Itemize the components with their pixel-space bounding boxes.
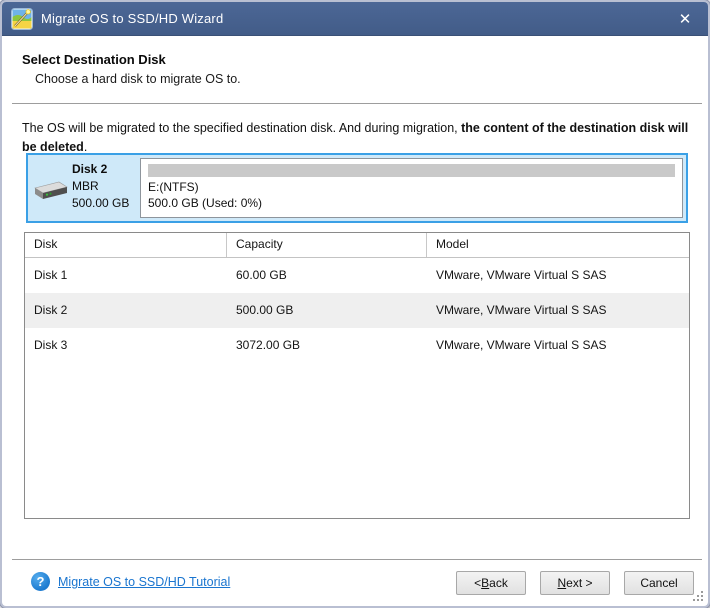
title-bar: Migrate OS to SSD/HD Wizard ✕ [2,2,708,36]
migration-warning-text: The OS will be migrated to the specified… [22,119,694,157]
help-icon[interactable]: ? [31,572,50,591]
column-header-capacity[interactable]: Capacity [227,233,427,257]
disk-table: Disk Capacity Model Disk 1 60.00 GB VMware… [24,232,690,519]
partition-label: E:(NTFS) [148,180,199,194]
warning-suffix: . [83,140,88,154]
warning-normal: The OS will be migrated to the specified… [22,121,462,135]
selected-disk-size: 500.00 GB [72,196,130,210]
table-row[interactable]: Disk 2 500.00 GB VMware, VMware Virtual S … [25,293,689,328]
header-separator [12,103,702,104]
table-row[interactable]: Disk 3 3072.00 GB VMware, VMware Virtual S… [25,328,689,363]
column-header-model[interactable]: Model [427,233,689,257]
back-button[interactable]: < Back [456,571,526,595]
disk-table-body: Disk 1 60.00 GB VMware, VMware Virtual S S… [25,258,689,363]
table-cell-disk: Disk 2 [34,303,68,317]
selected-disk-panel: Disk 2 MBR 500.00 GB E:(NTFS) 500.0 GB (… [26,153,688,223]
partition-usage-bar [148,164,675,177]
table-row[interactable]: Disk 1 60.00 GB VMware, VMware Virtual S S… [25,258,689,293]
page-subtitle: Choose a hard disk to migrate OS to. [35,72,241,86]
table-cell-model: VMware, VMware Virtual S SAS [436,268,607,282]
close-button[interactable]: ✕ [668,2,702,35]
table-cell-model: VMware, VMware Virtual S SAS [436,303,607,317]
next-button[interactable]: Next > [540,571,610,595]
window-title: Migrate OS to SSD/HD Wizard [41,11,224,26]
table-cell-disk: Disk 3 [34,338,68,352]
resize-grip[interactable] [693,591,704,602]
tutorial-link[interactable]: Migrate OS to SSD/HD Tutorial [58,575,230,589]
page-title: Select Destination Disk [22,52,166,67]
selected-disk-partition-style: MBR [72,179,99,193]
cancel-button[interactable]: Cancel [624,571,694,595]
table-cell-model: VMware, VMware Virtual S SAS [436,338,607,352]
selected-disk-meta: Disk 2 MBR 500.00 GB [72,161,129,212]
disk-table-header: Disk Capacity Model [25,233,689,258]
table-cell-capacity: 3072.00 GB [236,338,301,352]
table-cell-capacity: 60.00 GB [236,268,287,282]
partition-detail: 500.0 GB (Used: 0%) [148,196,263,210]
column-header-disk[interactable]: Disk [25,233,227,257]
hard-drive-icon [34,181,68,199]
selected-disk-name: Disk 2 [72,162,108,176]
table-cell-capacity: 500.00 GB [236,303,294,317]
footer-separator [12,559,702,560]
partition-block: E:(NTFS) 500.0 GB (Used: 0%) [140,158,683,218]
table-cell-disk: Disk 1 [34,268,68,282]
wizard-wand-icon [11,7,33,30]
migrate-os-wizard-dialog: Migrate OS to SSD/HD Wizard ✕ Select Des… [0,0,710,608]
